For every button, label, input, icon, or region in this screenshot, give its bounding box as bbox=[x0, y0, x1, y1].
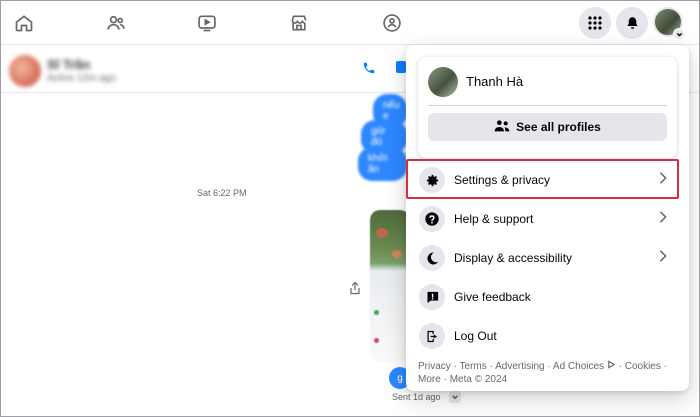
groups-icon[interactable] bbox=[379, 10, 405, 36]
footer-link-ad-choices[interactable]: Ad Choices bbox=[553, 360, 616, 372]
logout-icon bbox=[419, 323, 445, 349]
profile-name[interactable]: Thanh Hà bbox=[466, 74, 523, 89]
message-bubble: khởi ăn bbox=[358, 147, 407, 181]
account-menu: Thanh Hà See all profiles Settings & pri… bbox=[406, 45, 689, 391]
menu-grid-icon[interactable] bbox=[579, 7, 611, 39]
profiles-icon bbox=[494, 119, 510, 136]
video-call-icon[interactable] bbox=[396, 61, 406, 73]
watch-icon[interactable] bbox=[194, 10, 220, 36]
footer-copyright: Meta © 2024 bbox=[449, 374, 508, 385]
divider bbox=[428, 105, 667, 106]
chevron-right-icon bbox=[658, 249, 668, 268]
menu-item-label: Settings & privacy bbox=[454, 173, 551, 187]
sent-status: Sent 1d ago bbox=[392, 392, 441, 402]
footer-link-privacy[interactable]: Privacy bbox=[418, 361, 451, 372]
contact-avatar[interactable] bbox=[9, 55, 41, 87]
chevron-right-icon bbox=[658, 210, 668, 229]
menu-item-log-out[interactable]: Log Out bbox=[406, 317, 689, 355]
footer-link-terms[interactable]: Terms bbox=[460, 361, 487, 372]
friends-icon[interactable] bbox=[103, 10, 129, 36]
menu-item-label: Help & support bbox=[454, 212, 534, 226]
menu-item-give-feedback[interactable]: Give feedback bbox=[406, 278, 689, 316]
bell-icon[interactable] bbox=[616, 7, 648, 39]
menu-item-label: Log Out bbox=[454, 329, 497, 343]
contact-status: Active 12m ago bbox=[47, 73, 116, 84]
ad-choices-icon bbox=[608, 360, 616, 369]
footer-link-cookies[interactable]: Cookies bbox=[625, 361, 661, 372]
menu-item-display-accessibility[interactable]: Display & accessibility bbox=[406, 239, 689, 277]
menu-item-help-support[interactable]: Help & support bbox=[406, 200, 689, 238]
chevron-right-icon bbox=[658, 171, 668, 190]
image-attachment[interactable] bbox=[370, 210, 410, 362]
chevron-down-icon[interactable] bbox=[673, 28, 685, 40]
menu-item-settings-privacy[interactable]: Settings & privacy bbox=[406, 161, 689, 199]
contact-name[interactable]: Sĩ Trần bbox=[47, 57, 90, 72]
see-all-profiles-button[interactable]: See all profiles bbox=[428, 113, 667, 141]
profile-avatar[interactable] bbox=[428, 67, 458, 97]
footer-link-more[interactable]: More bbox=[418, 374, 441, 385]
share-icon[interactable] bbox=[349, 281, 361, 300]
top-navigation bbox=[1, 1, 699, 45]
see-all-profiles-label: See all profiles bbox=[516, 120, 601, 134]
phone-icon[interactable] bbox=[362, 61, 376, 80]
home-icon[interactable] bbox=[11, 10, 37, 36]
gear-icon bbox=[419, 167, 445, 193]
app-window: Sĩ Trần Active 12m ago nếu e giờ đó khởi… bbox=[0, 0, 700, 417]
question-icon bbox=[419, 206, 445, 232]
footer-links: Privacy · Terms · Advertising · Ad Choic… bbox=[418, 360, 667, 385]
message-timestamp: Sat 6:22 PM bbox=[197, 188, 247, 198]
feedback-icon bbox=[419, 284, 445, 310]
chevron-down-icon[interactable] bbox=[449, 391, 461, 403]
menu-item-label: Give feedback bbox=[454, 290, 531, 304]
moon-icon bbox=[419, 245, 445, 271]
profile-card: Thanh Hà See all profiles bbox=[418, 57, 677, 158]
menu-item-label: Display & accessibility bbox=[454, 251, 573, 265]
marketplace-icon[interactable] bbox=[286, 10, 312, 36]
footer-link-advertising[interactable]: Advertising bbox=[495, 361, 544, 372]
